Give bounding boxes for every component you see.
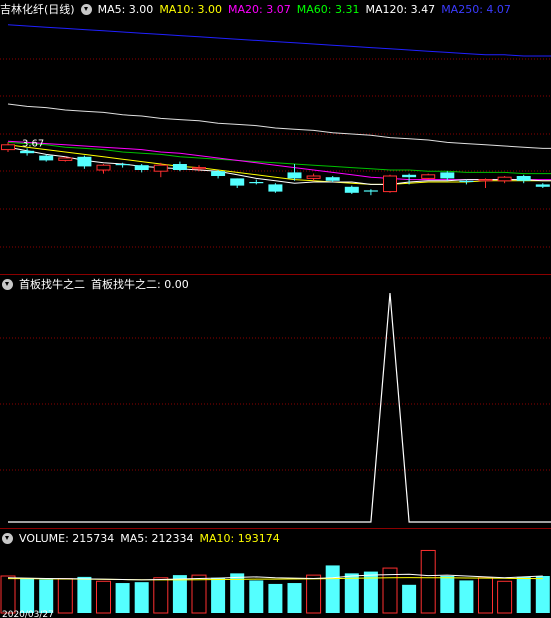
volume-bar [77,576,92,613]
candle-body [58,157,73,161]
volume-bar [535,576,550,613]
candle-body [459,180,474,182]
candle-body [230,178,245,186]
volume-bar [191,574,207,614]
candle-body [172,164,187,170]
candle-body [535,184,550,187]
volume-chart[interactable]: 2020/03/27 [0,529,551,618]
candle-body [211,171,226,176]
candle-body [478,179,493,182]
candle-body [20,150,35,154]
candle-body [325,177,340,181]
volume-bar [268,583,283,613]
volume-bar [402,584,417,613]
candle-body [134,165,149,170]
volume-bar [420,549,436,614]
volume-bar [344,573,359,613]
volume-bar [134,582,149,613]
volume-bar [153,577,169,614]
candle-body [192,167,206,170]
candle-body [497,176,512,182]
volume-bar [459,580,474,613]
candle-body [306,175,321,179]
candle-body [153,164,168,172]
candle-body [363,190,378,192]
candle-body [268,184,283,192]
indicator-chart[interactable] [0,275,551,528]
volume-panel[interactable]: VOLUME: 215734 MA5: 212334 MA10: 193174 … [0,529,551,618]
candle-body [383,175,397,193]
volume-bar [0,575,16,614]
candle-body [1,144,15,151]
volume-bar [20,578,35,613]
candle-body [402,174,417,178]
volume-bar [249,580,264,613]
candle-body [77,156,92,167]
candle-body [39,155,54,161]
indicator-panel[interactable]: 首板找牛之二 首板找牛之二: 0.00 [0,275,551,528]
volume-bar [516,576,531,613]
candle-body [440,172,455,179]
volume-bar [306,574,322,614]
candle-body [115,164,130,166]
date-label: 2020/03/27 [2,610,54,618]
price-label: 3.67 [22,138,44,149]
ma250-line [7,24,551,57]
candle-body [249,182,264,184]
indicator-line [8,292,551,523]
volume-bar [478,577,493,614]
candle-body [96,164,111,171]
volume-bar [211,577,226,613]
volume-bar [115,583,130,613]
volume-bar [440,576,455,613]
volume-bar [325,565,340,613]
candle-body [287,172,302,179]
candle-body [344,186,359,193]
volume-bar [96,580,111,614]
volume-bar [172,575,187,613]
candle-body [421,174,436,179]
volume-bar [287,583,302,613]
volume-bar [39,579,54,613]
candle-body [516,176,531,181]
ma120-line [7,103,551,149]
volume-bar [497,580,513,614]
price-panel[interactable]: 吉林化纤(日线) MA5: 3.00 MA10: 3.00 MA20: 3.07… [0,0,551,274]
price-chart[interactable]: 3.67 [0,0,551,274]
volume-bar [57,578,73,614]
